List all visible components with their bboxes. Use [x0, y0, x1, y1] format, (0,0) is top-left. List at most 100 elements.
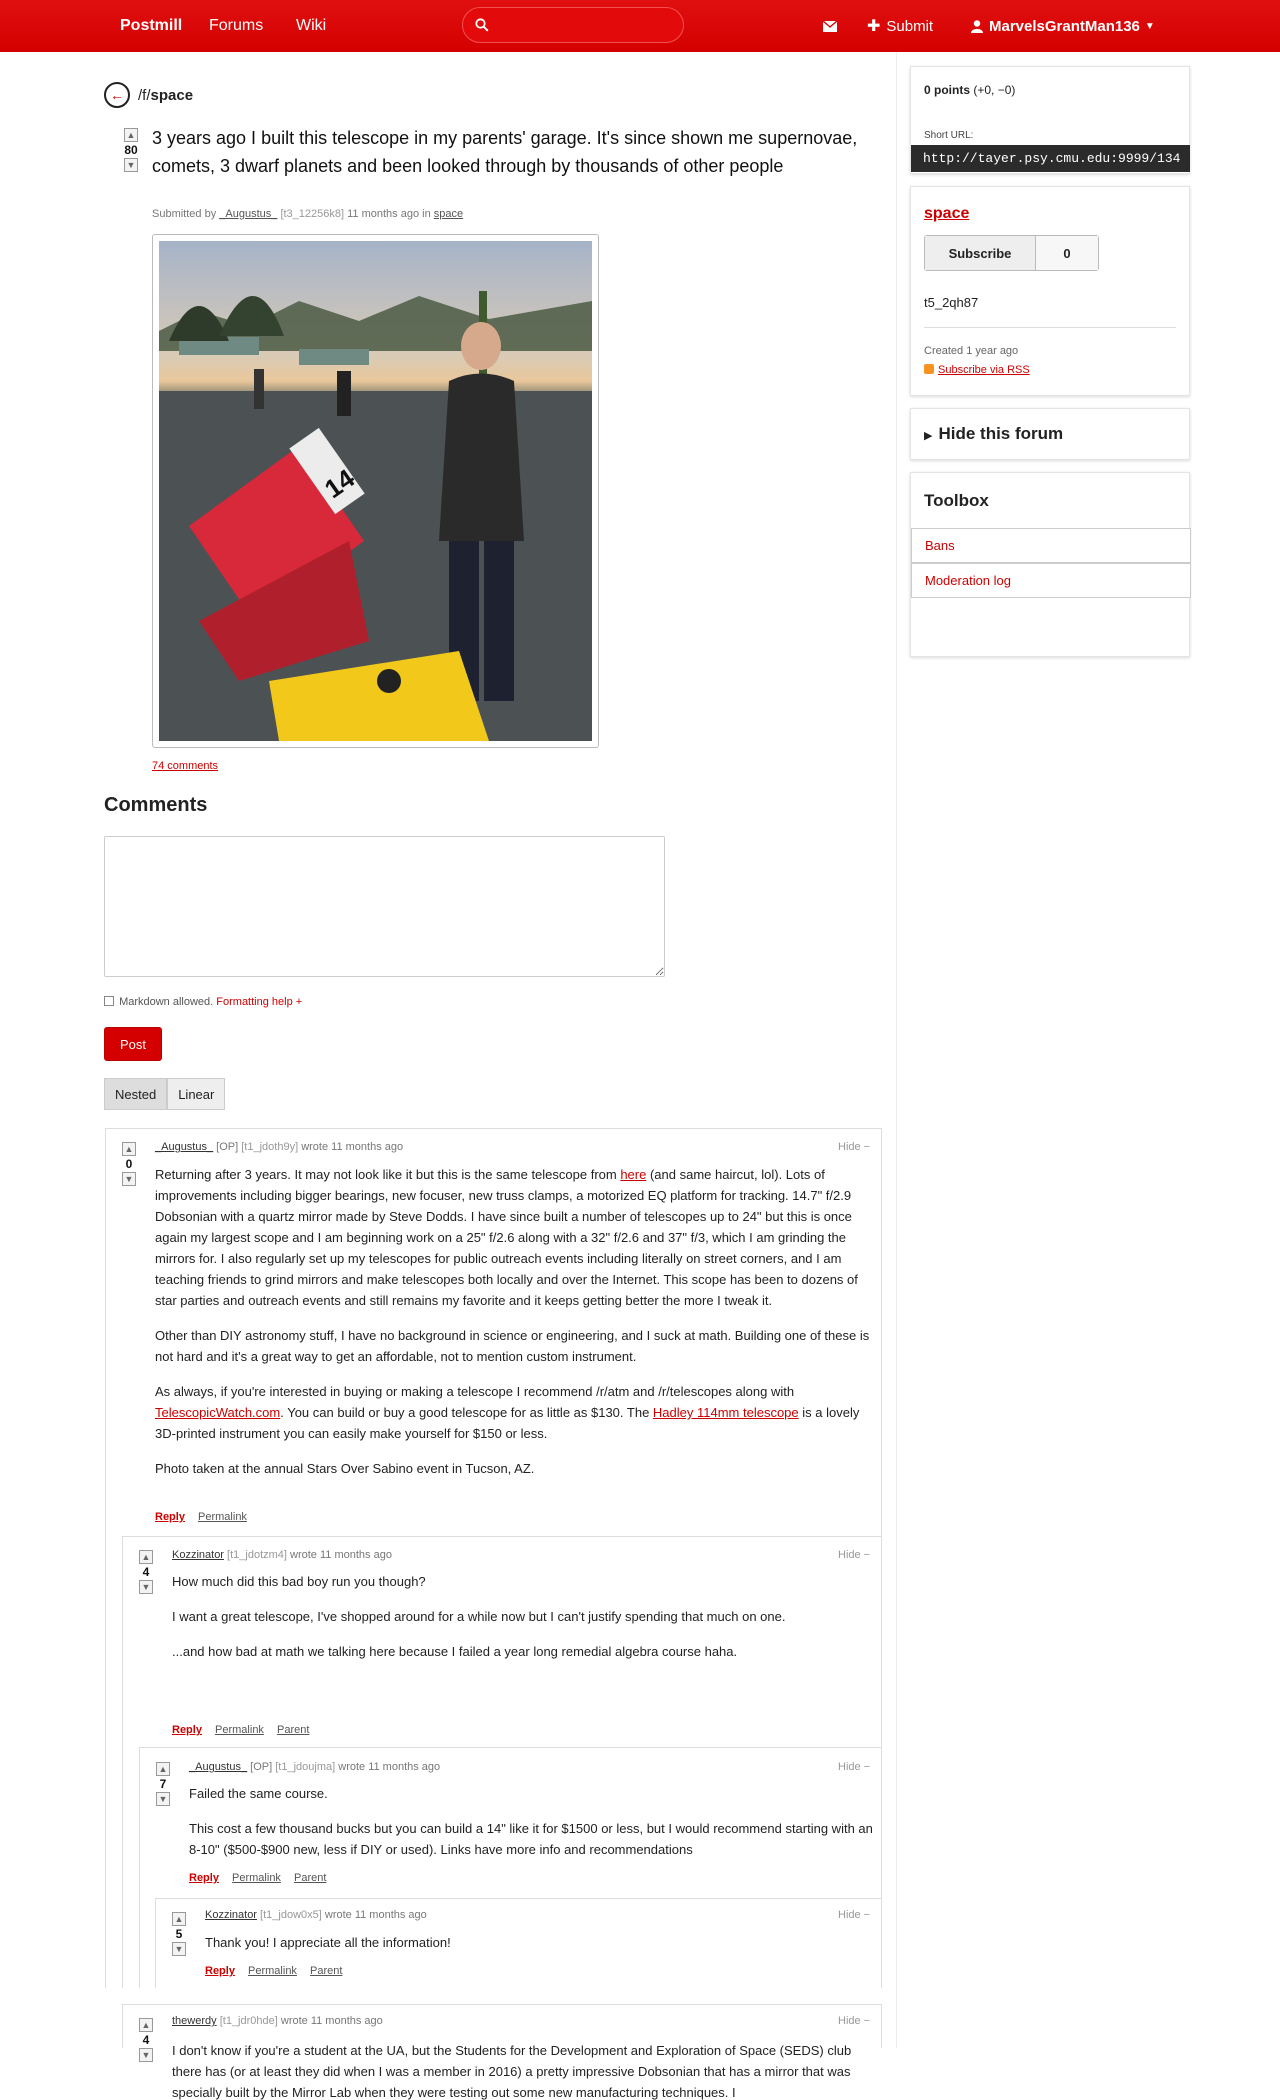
comment-score: 0 [125, 1157, 133, 1171]
downvote-button[interactable]: ▼ [156, 1792, 170, 1806]
post-age: 11 months ago in [347, 208, 431, 220]
downvote-button[interactable]: ▼ [139, 2048, 153, 2062]
search-input[interactable] [495, 16, 675, 34]
back-arrow-icon[interactable]: ← [104, 82, 130, 108]
upvote-button[interactable]: ▲ [122, 1142, 136, 1156]
forum-info-card: space Subscribe 0 t5_2qh87 Created 1 yea… [910, 186, 1190, 396]
post-title[interactable]: 3 years ago I built this telescope in my… [152, 124, 888, 180]
messages-button[interactable] [808, 0, 852, 52]
search-box[interactable] [462, 7, 684, 43]
comment-body: Failed the same course. This cost a few … [189, 1786, 873, 1857]
hide-comment-link[interactable]: Hide − [838, 1141, 870, 1153]
submitted-by-label: Submitted by [152, 208, 217, 220]
post-score: 80 [124, 143, 138, 157]
comment-vote-column: ▲ 7 ▼ [153, 1762, 173, 1806]
post-forum-link[interactable]: space [434, 208, 463, 220]
upvote-button[interactable]: ▲ [156, 1762, 170, 1776]
comment-header: _Augustus_ [OP] [t1_jdoujma] wrote 11 mo… [189, 1761, 440, 1773]
linear-view-button[interactable]: Linear [167, 1078, 226, 1110]
comment-header: Kozzinator [t1_jdow0x5] wrote 11 months … [205, 1909, 427, 1921]
post-vote-column: ▲ 80 ▼ [121, 128, 141, 172]
comment-view-toggle: Nested Linear [104, 1078, 226, 1110]
hide-forum-toggle[interactable]: ▶ Hide this forum [924, 424, 1063, 444]
comment-body: Thank you! I appreciate all the informat… [205, 1935, 451, 1950]
nav-forums-link[interactable]: Forums [195, 0, 281, 52]
post-meta: Submitted by _Augustus_ [t3_12256k8] 11 … [152, 208, 463, 220]
user-menu-button[interactable]: MarvelsGrantMan136 ▼ [957, 0, 1176, 52]
nav-wiki-link[interactable]: Wiki [282, 0, 342, 52]
moderation-log-link[interactable]: Moderation log [911, 563, 1191, 598]
reply-link[interactable]: Reply [172, 1724, 202, 1736]
hide-comment-link[interactable]: Hide − [838, 1549, 870, 1561]
comment-score: 4 [142, 1565, 150, 1579]
comment-timestamp: wrote 11 months ago [280, 2015, 383, 2027]
main-content: ← /f/ space ▲ 80 ▼ 3 years ago I built t… [88, 52, 897, 2100]
envelope-icon [823, 20, 837, 32]
hide-comment-link[interactable]: Hide − [838, 1909, 870, 1921]
formatting-help-link[interactable]: Formatting help + [216, 996, 302, 1008]
parent-link[interactable]: Parent [310, 1965, 342, 1977]
bans-link[interactable]: Bans [911, 528, 1191, 563]
upvote-button[interactable]: ▲ [124, 128, 138, 142]
short-url-field[interactable]: http://tayer.psy.cmu.edu:9999/134 [911, 145, 1190, 172]
comment-actions: Reply Permalink Parent [189, 1872, 336, 1884]
permalink-link[interactable]: Permalink [198, 1511, 247, 1523]
hide-comment-link[interactable]: Hide − [838, 1761, 870, 1773]
downvote-button[interactable]: ▼ [139, 1580, 153, 1594]
upvote-button[interactable]: ▲ [139, 2018, 153, 2032]
reply-link[interactable]: Reply [155, 1511, 185, 1523]
telescopicwatch-link[interactable]: TelescopicWatch.com [155, 1405, 280, 1420]
username-label: MarvelsGrantMan136 [989, 17, 1140, 35]
comment-id: [t1_jdoujma] [275, 1761, 336, 1773]
comment-author-link[interactable]: _Augustus_ [189, 1761, 247, 1773]
post-image-link[interactable]: 14 [152, 234, 599, 748]
markdown-checkbox[interactable] [104, 996, 114, 1006]
short-url-label: Short URL: [924, 130, 974, 141]
comment-author-link[interactable]: _Augustus_ [155, 1141, 213, 1153]
comment-textarea[interactable] [104, 836, 665, 977]
comment-author-link[interactable]: thewerdy [172, 2015, 217, 2027]
reply-link[interactable]: Reply [189, 1872, 219, 1884]
downvote-button[interactable]: ▼ [124, 158, 138, 172]
comment-body: How much did this bad boy run you though… [172, 1574, 786, 1659]
downvote-button[interactable]: ▼ [172, 1942, 186, 1956]
parent-link[interactable]: Parent [277, 1724, 309, 1736]
upvote-button[interactable]: ▲ [139, 1550, 153, 1564]
upvote-button[interactable]: ▲ [172, 1912, 186, 1926]
comment-vote-column: ▲ 4 ▼ [136, 2018, 156, 2062]
hide-comment-link[interactable]: Hide − [838, 2015, 870, 2027]
comment-id: [t1_jdr0hde] [219, 2015, 278, 2027]
comment-actions: Reply Permalink [155, 1511, 257, 1523]
nested-view-button[interactable]: Nested [104, 1078, 168, 1110]
comment-header: thewerdy [t1_jdr0hde] wrote 11 months ag… [172, 2015, 383, 2027]
reply-link[interactable]: Reply [205, 1965, 235, 1977]
comment-body: Returning after 3 years. It may not look… [155, 1167, 870, 1476]
submit-button[interactable]: ✚ Submit [853, 0, 955, 52]
rss-icon [924, 364, 934, 374]
forum-link[interactable]: space [151, 87, 194, 104]
comment-score: 5 [175, 1927, 183, 1941]
rss-link[interactable]: Subscribe via RSS [938, 364, 1030, 376]
comment-timestamp: wrote 11 months ago [290, 1549, 392, 1561]
post-author-link[interactable]: _Augustus_ [219, 208, 277, 220]
comment-author-link[interactable]: Kozzinator [205, 1909, 257, 1921]
comments-count-link[interactable]: 74 comments [152, 760, 218, 772]
permalink-link[interactable]: Permalink [215, 1724, 264, 1736]
brand-link[interactable]: Postmill [108, 0, 194, 52]
subscribe-button[interactable]: Subscribe [925, 236, 1036, 270]
plus-icon: ✚ [867, 18, 881, 35]
hadley-telescope-link[interactable]: Hadley 114mm telescope [653, 1405, 799, 1420]
comment-header: _Augustus_ [OP] [t1_jdoth9y] wrote 11 mo… [155, 1141, 403, 1153]
downvote-button[interactable]: ▼ [122, 1172, 136, 1186]
here-link[interactable]: here [620, 1167, 646, 1182]
permalink-link[interactable]: Permalink [232, 1872, 281, 1884]
forum-title-link[interactable]: space [924, 205, 969, 223]
hide-forum-card[interactable]: ▶ Hide this forum [910, 408, 1190, 460]
search-icon [475, 18, 489, 32]
parent-link[interactable]: Parent [294, 1872, 326, 1884]
post-comment-button[interactable]: Post [104, 1027, 162, 1061]
telescope-photo: 14 [159, 241, 592, 741]
comment-author-link[interactable]: Kozzinator [172, 1549, 224, 1561]
comment-vote-column: ▲ 5 ▼ [169, 1912, 189, 1956]
permalink-link[interactable]: Permalink [248, 1965, 297, 1977]
